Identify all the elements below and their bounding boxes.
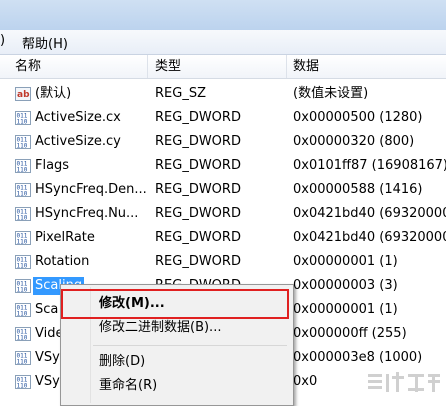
- row-name: VSy: [35, 374, 60, 389]
- menu-item-label: 删除(D): [99, 354, 146, 369]
- row-type: REG_DWORD: [155, 230, 241, 245]
- binary-value-icon: 011110: [15, 135, 31, 150]
- column-divider[interactable]: [147, 55, 148, 78]
- row-name: HSyncFreq.Den...: [35, 182, 147, 197]
- menu-bar: ) 帮助(H): [0, 30, 446, 55]
- row-name: HSyncFreq.Nu...: [35, 206, 139, 221]
- svg-text:110: 110: [17, 191, 28, 198]
- row-data: (数值未设置): [293, 86, 369, 101]
- row-type: REG_SZ: [155, 86, 206, 101]
- row-data: 0x00000588 (1416): [293, 182, 423, 197]
- row-data: 0x00000003 (3): [293, 278, 398, 293]
- svg-text:110: 110: [17, 287, 28, 294]
- svg-text:110: 110: [17, 335, 28, 342]
- row-data: 0x000003e8 (1000): [293, 350, 423, 365]
- table-row[interactable]: ab (默认) REG_SZ (数值未设置): [0, 82, 446, 106]
- svg-text:110: 110: [17, 143, 28, 150]
- svg-text:110: 110: [17, 239, 28, 246]
- column-header-type[interactable]: 类型: [155, 59, 181, 75]
- table-row[interactable]: 011 110 HSyncFreq.Nu... REG_DWORD 0x0421bd40…: [0, 202, 446, 226]
- table-row[interactable]: 011 110 Flags REG_DWORD 0x0101ff87 (16908167…: [0, 154, 446, 178]
- binary-value-icon: 011110: [15, 255, 31, 270]
- row-type: REG_DWORD: [155, 182, 241, 197]
- svg-text:110: 110: [17, 215, 28, 222]
- binary-value-icon: 011110: [15, 303, 31, 318]
- row-data: 0x00000320 (800): [293, 134, 415, 149]
- row-name: ActiveSize.cx: [35, 110, 121, 125]
- svg-text:110: 110: [17, 263, 28, 270]
- row-data: 0x0: [293, 374, 318, 389]
- table-row[interactable]: 011 110 ActiveSize.cx REG_DWORD 0x00000500 (…: [0, 106, 446, 130]
- row-data: 0x0421bd40 (693200000): [293, 206, 446, 221]
- row-name: Sca: [35, 302, 59, 317]
- row-name: (默认): [35, 86, 72, 101]
- table-row[interactable]: 011 110 Rotation REG_DWORD 0x00000001 (1): [0, 250, 446, 274]
- column-header-data[interactable]: 数据: [293, 59, 319, 75]
- row-name: Flags: [35, 158, 70, 173]
- binary-value-icon: 011110: [15, 327, 31, 342]
- binary-value-icon: 011110: [15, 375, 31, 390]
- binary-value-icon: 011110: [15, 183, 31, 198]
- row-data: 0x0101ff87 (16908167): [293, 158, 446, 173]
- svg-text:ab: ab: [17, 90, 30, 100]
- menu-item-label: 修改二进制数据(B)...: [99, 320, 222, 335]
- table-row[interactable]: 011 110 PixelRate REG_DWORD 0x0421bd40 (6932…: [0, 226, 446, 250]
- row-name: VSy: [35, 350, 60, 365]
- row-name: PixelRate: [35, 230, 95, 245]
- column-divider[interactable]: [286, 55, 287, 78]
- row-data: 0x00000001 (1): [293, 302, 398, 317]
- table-row[interactable]: 011 110 HSyncFreq.Den... REG_DWORD 0x0000058…: [0, 178, 446, 202]
- table-row[interactable]: 011 110 ActiveSize.cy REG_DWORD 0x00000320 (…: [0, 130, 446, 154]
- highlight-box: [61, 289, 289, 319]
- row-data: 0x0421bd40 (693200000): [293, 230, 446, 245]
- svg-text:110: 110: [17, 167, 28, 174]
- svg-text:110: 110: [17, 119, 28, 126]
- row-type: REG_DWORD: [155, 110, 241, 125]
- binary-value-icon: 011110: [15, 231, 31, 246]
- menu-item-rename[interactable]: 重命名(R): [63, 375, 289, 397]
- window-title-strip: [0, 0, 446, 30]
- row-type: REG_DWORD: [155, 254, 241, 269]
- binary-value-icon: 011110: [15, 279, 31, 294]
- row-data: 0x00000001 (1): [293, 254, 398, 269]
- menu-item-delete[interactable]: 删除(D): [63, 351, 289, 373]
- row-data: 0x000000ff (255): [293, 326, 407, 341]
- svg-text:110: 110: [17, 383, 28, 390]
- menu-item-fragment[interactable]: ): [0, 33, 5, 48]
- row-data: 0x00000500 (1280): [293, 110, 423, 125]
- ab-string-icon: ab: [15, 87, 31, 101]
- binary-value-icon: 011110: [15, 111, 31, 126]
- menu-item-modify-binary[interactable]: 修改二进制数据(B)...: [63, 317, 289, 339]
- list-header: 名称 类型 数据: [0, 55, 446, 79]
- column-header-name[interactable]: 名称: [15, 59, 41, 75]
- binary-value-icon: 011110: [15, 351, 31, 366]
- svg-text:110: 110: [17, 359, 28, 366]
- row-name: ActiveSize.cy: [35, 134, 121, 149]
- binary-value-icon: 011110: [15, 207, 31, 222]
- menu-item-label: 重命名(R): [99, 378, 158, 393]
- svg-text:110: 110: [17, 311, 28, 318]
- row-type: REG_DWORD: [155, 134, 241, 149]
- row-type: REG_DWORD: [155, 158, 241, 173]
- binary-value-icon: 011110: [15, 159, 31, 174]
- menu-separator: [93, 345, 287, 346]
- menu-item-help[interactable]: 帮助(H): [20, 33, 70, 52]
- watermark-logo: [322, 366, 446, 400]
- context-menu: 修改(M)... 修改二进制数据(B)... 删除(D) 重命名(R): [60, 284, 294, 406]
- row-type: REG_DWORD: [155, 206, 241, 221]
- row-name: Rotation: [35, 254, 90, 269]
